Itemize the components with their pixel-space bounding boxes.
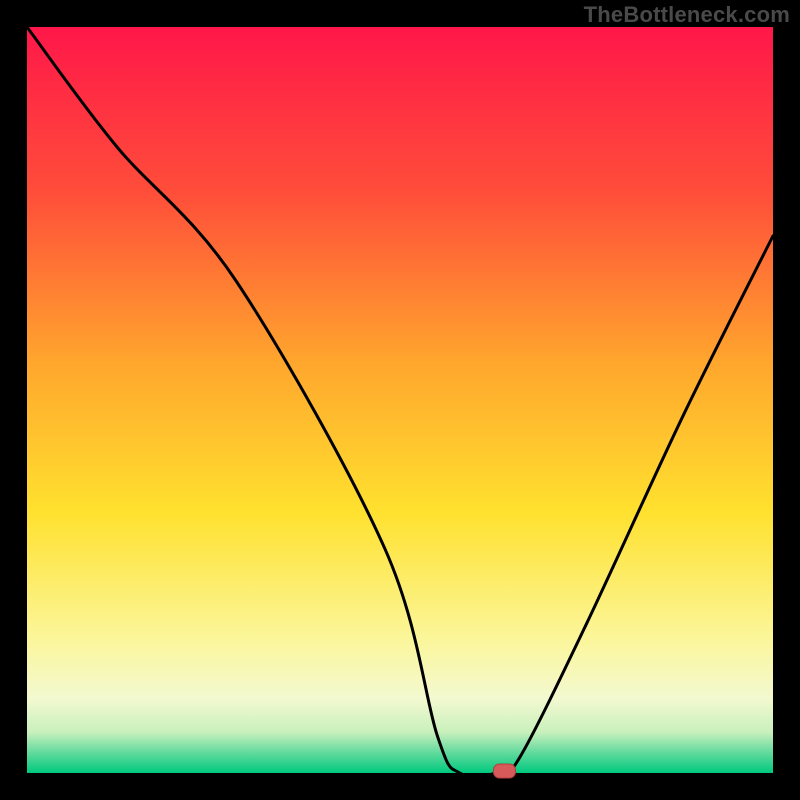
optimum-marker <box>493 764 515 778</box>
plot-area <box>27 27 773 773</box>
bottleneck-chart-svg <box>0 0 800 800</box>
watermark-text: TheBottleneck.com <box>584 2 790 28</box>
chart-frame: TheBottleneck.com <box>0 0 800 800</box>
